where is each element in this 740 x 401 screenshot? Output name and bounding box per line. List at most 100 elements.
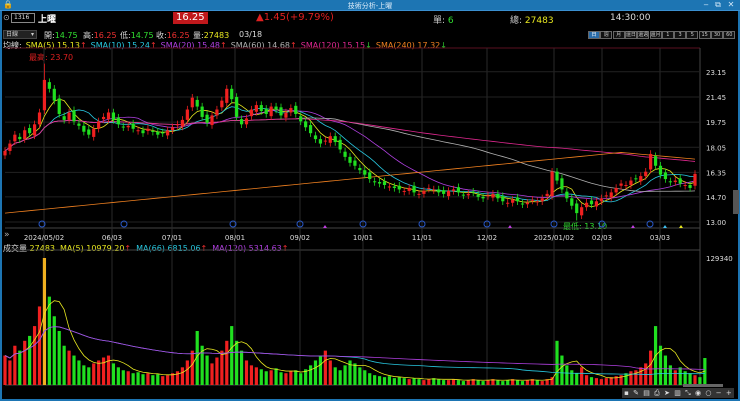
candle-body	[506, 202, 510, 204]
volume-bar	[333, 367, 337, 385]
candle-body	[97, 121, 101, 129]
volume-bar	[151, 375, 155, 385]
candle-body	[170, 127, 175, 131]
volume-bar	[594, 378, 599, 385]
volume-bar	[353, 363, 357, 385]
volume-bar	[23, 340, 27, 385]
candle-body	[397, 185, 401, 190]
x-tick-label: 2024/05/02	[24, 234, 64, 242]
toolbar-tool-icon[interactable]: ⎙	[654, 389, 660, 398]
candle-body	[491, 193, 495, 198]
x-tick-label: 02/03	[592, 234, 612, 242]
y-tick-label: 13.00	[706, 219, 726, 227]
volume-bar	[97, 360, 101, 385]
candle-body	[412, 185, 416, 193]
volume-bar	[126, 371, 130, 385]
candle-body	[210, 115, 214, 126]
candle-body	[368, 172, 372, 180]
side-panel-handle[interactable]	[733, 190, 739, 214]
candle-body	[451, 189, 456, 191]
candle-body	[461, 194, 465, 196]
candle-body	[57, 98, 61, 114]
toolbar-tool-icon[interactable]: ▥	[674, 389, 681, 397]
candle-body	[28, 128, 32, 134]
candle-body	[515, 197, 520, 202]
candle-body	[565, 191, 569, 199]
expand-icon[interactable]: »	[4, 230, 10, 240]
toolbar-tool-icon[interactable]: ▪	[624, 389, 629, 397]
volume-bar	[678, 367, 682, 385]
candle-body	[624, 185, 628, 186]
candle-body	[230, 88, 234, 100]
candle-body	[294, 105, 298, 114]
toolbar-tool-icon[interactable]: ▤	[643, 389, 650, 397]
volume-bar	[284, 373, 288, 385]
volume-bar	[363, 370, 367, 385]
volume-bar	[560, 355, 564, 385]
volume-bar	[47, 296, 51, 385]
candle-body	[166, 130, 170, 136]
volume-bar	[185, 360, 189, 385]
candle-body	[37, 112, 42, 125]
candle-body	[190, 97, 194, 108]
volume-bar	[57, 330, 61, 385]
volume-bar	[289, 371, 293, 385]
volume-bar	[141, 374, 145, 385]
volume-bar	[649, 350, 653, 385]
volume-bar	[476, 380, 480, 385]
volume-bar	[3, 355, 7, 385]
y-tick-label: 16.35	[706, 169, 726, 177]
candle-body	[589, 200, 594, 205]
toolbar-tool-icon[interactable]: ○	[705, 389, 711, 397]
candle-body	[629, 180, 633, 185]
candle-body	[481, 196, 485, 199]
candle-body	[23, 130, 27, 140]
volume-bar	[313, 360, 318, 385]
volume-bar	[328, 360, 332, 385]
toolbar-tool-icon[interactable]: ⤡	[685, 389, 691, 398]
volume-bar	[520, 381, 525, 385]
x-tick-label: 08/01	[225, 234, 245, 242]
candle-body	[42, 79, 47, 111]
volume-bar	[230, 326, 234, 385]
y-tick-label: 21.45	[706, 94, 726, 102]
candle-body	[402, 190, 406, 192]
volume-bar	[382, 377, 387, 385]
stock-chart[interactable]: 2024/05/02 06/03 07/01 08/01 09/02 10/01 11/01…	[0, 0, 740, 401]
candle-body	[501, 196, 505, 202]
volume-bar	[668, 365, 672, 385]
horizontal-scrollbar[interactable]	[683, 384, 723, 387]
candle-body	[77, 123, 81, 126]
volume-bar	[402, 378, 406, 385]
volume-bar	[77, 360, 81, 385]
x-tick-label: 2025/01/02	[534, 234, 574, 242]
toolbar-tool-icon[interactable]: ◉	[695, 389, 701, 397]
candle-body	[156, 131, 160, 135]
candle-body	[101, 116, 106, 120]
x-tick-label: 12/02	[477, 234, 497, 242]
volume-bar	[220, 350, 224, 385]
candle-body	[427, 187, 431, 189]
candle-body	[244, 118, 249, 125]
volume-bar	[506, 380, 510, 385]
candle-body	[417, 193, 421, 195]
toolbar-tool-icon[interactable]: ➤	[664, 389, 670, 397]
x-tick-label: 06/03	[102, 234, 122, 242]
candle-body	[614, 187, 618, 193]
candle-body	[471, 191, 475, 193]
toolbar-tool-icon[interactable]: −	[716, 389, 722, 397]
volume-bar	[525, 380, 530, 385]
volume-bar	[131, 373, 135, 385]
candle-body	[289, 108, 293, 113]
toolbar-tool-icon[interactable]: ✎	[633, 389, 639, 397]
y-tick-label: 19.75	[706, 119, 726, 127]
y-tick-label: 23.15	[706, 69, 726, 77]
volume-bar	[437, 379, 441, 385]
volume-bar	[584, 375, 589, 385]
candle-body	[185, 109, 189, 120]
candle-body	[668, 181, 672, 183]
candle-body	[456, 187, 461, 193]
volume-bar	[368, 373, 372, 385]
toolbar-tool-icon[interactable]: +	[726, 389, 732, 397]
volume-bar	[180, 367, 185, 385]
